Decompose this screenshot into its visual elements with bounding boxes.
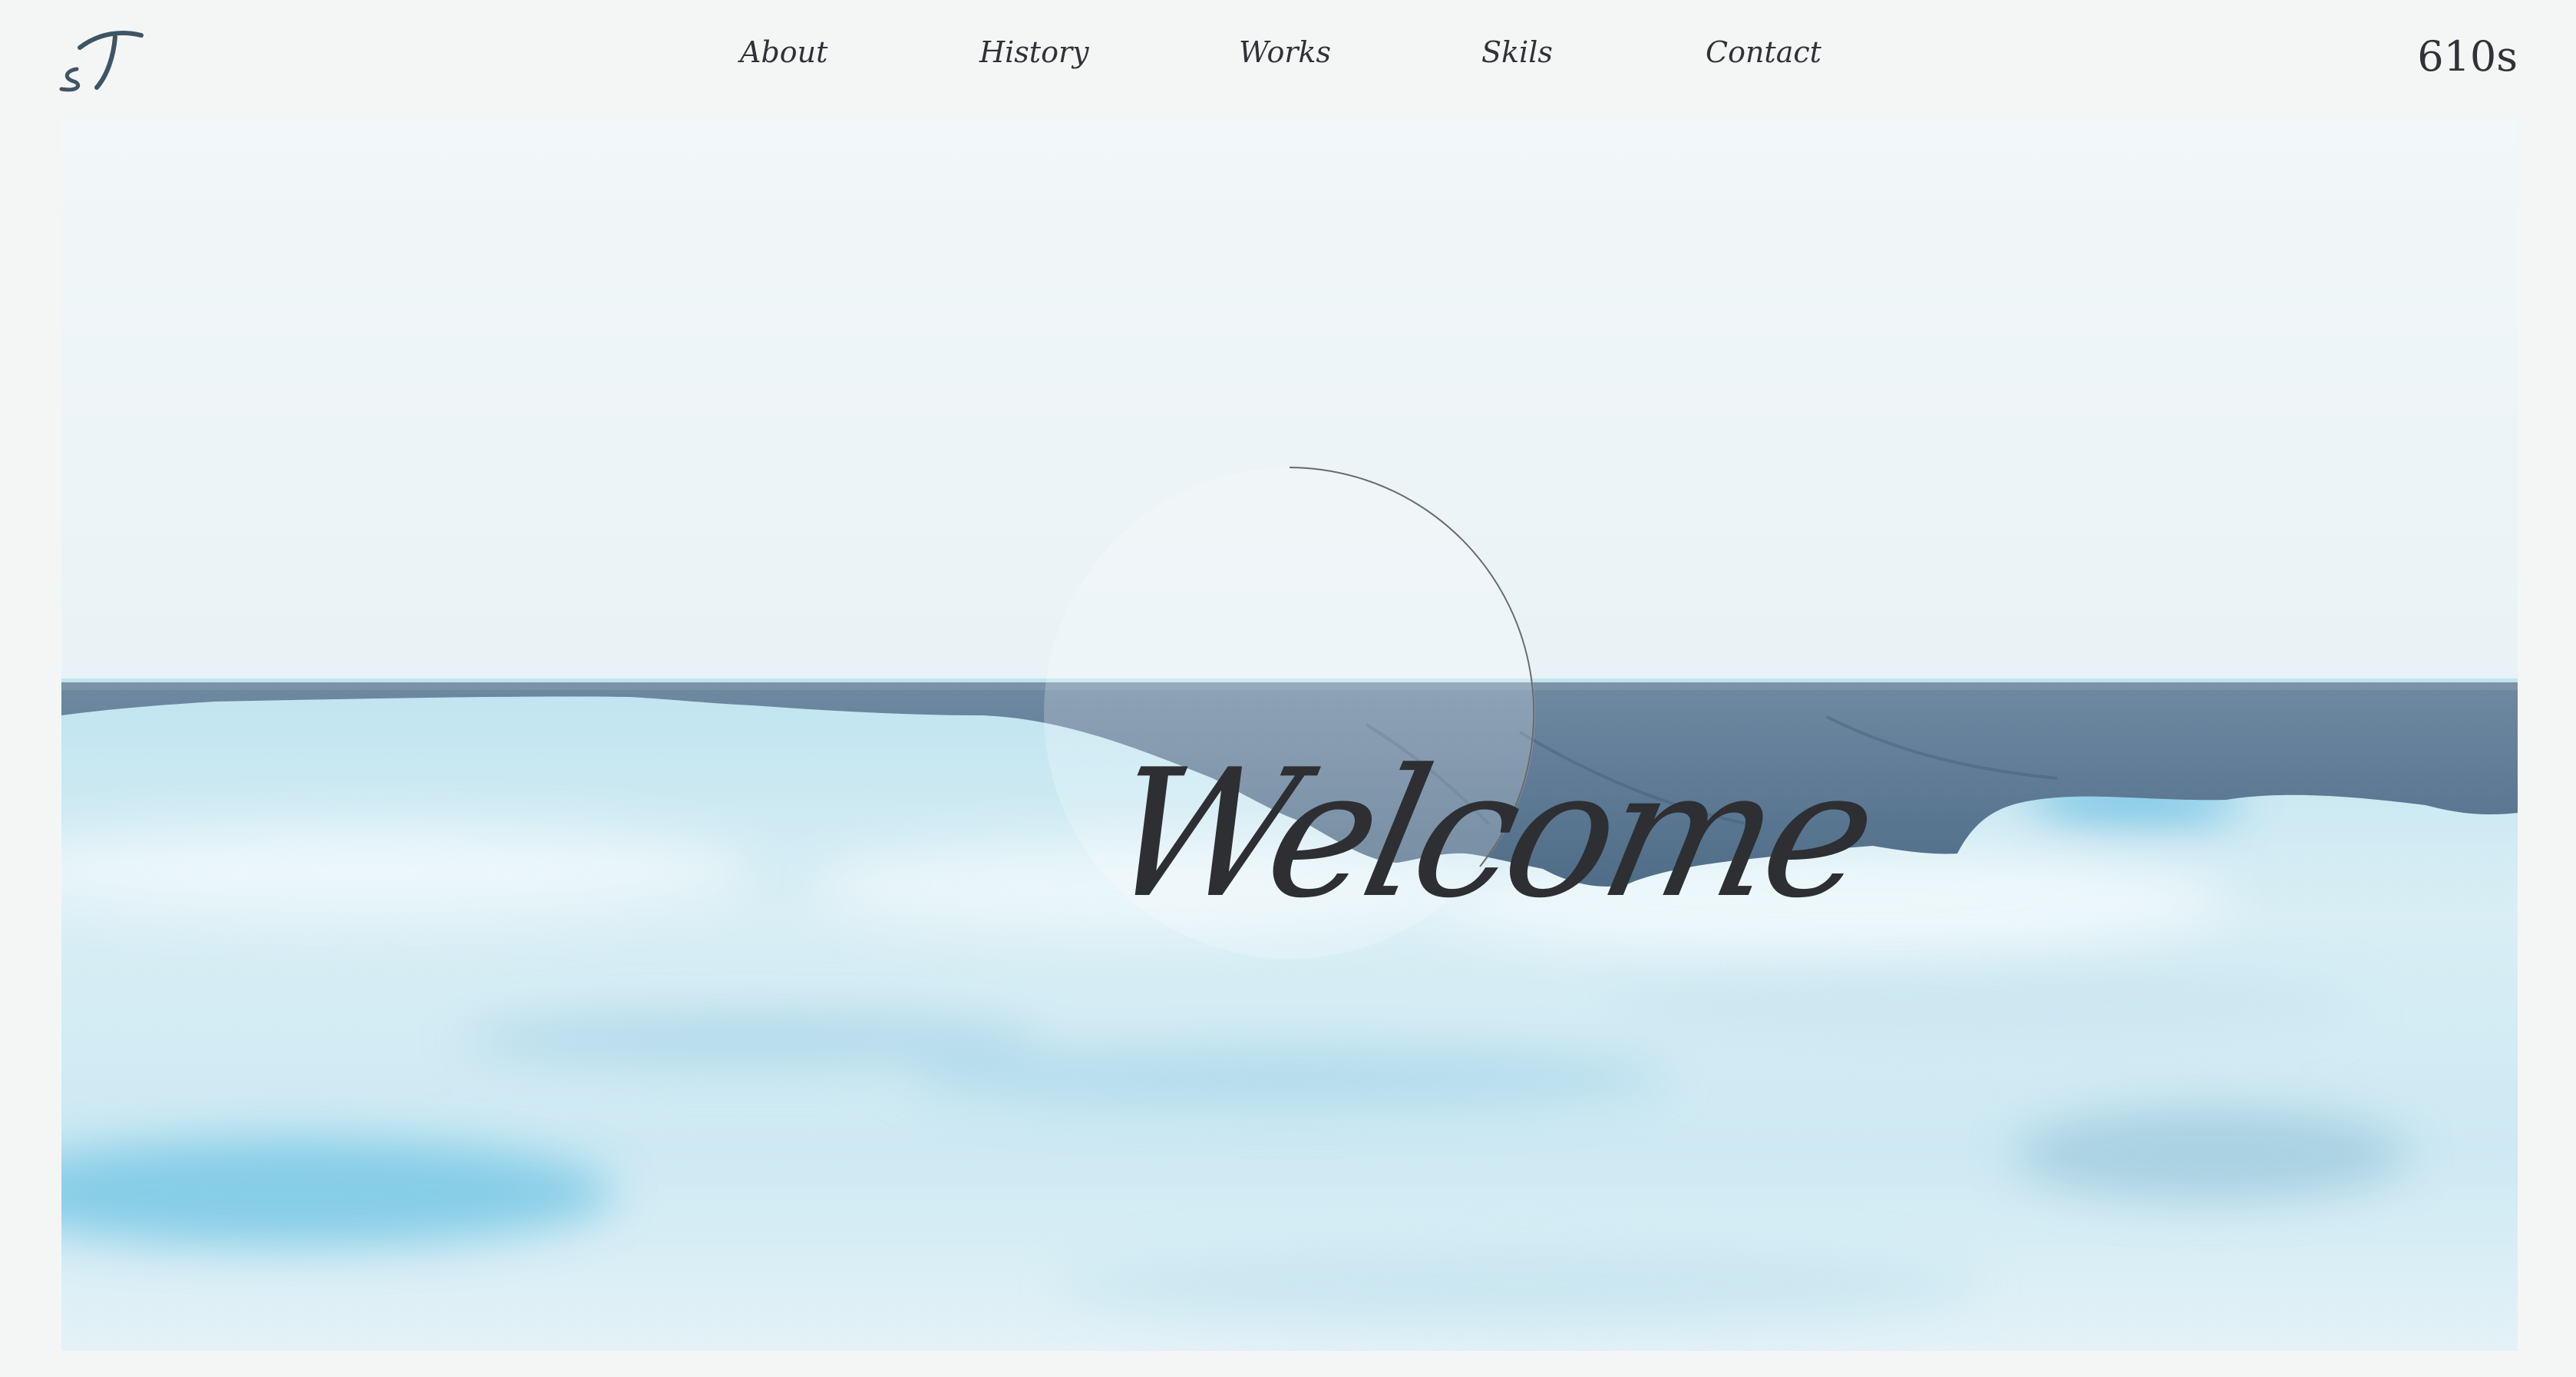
hero-title: Welcome <box>1091 732 1887 937</box>
nav-history[interactable]: History <box>979 35 1089 69</box>
page: About History Works Skils Contact 610s W… <box>0 0 2576 1377</box>
hero-image: Welcome <box>61 118 2518 1351</box>
main-nav: About History Works Skils Contact <box>0 35 2576 81</box>
nav-works[interactable]: Works <box>1239 35 1331 69</box>
nav-contact[interactable]: Contact <box>1706 35 1821 69</box>
slide-counter: 610s <box>2417 32 2518 81</box>
nav-skills[interactable]: Skils <box>1481 35 1553 69</box>
nav-about[interactable]: About <box>740 35 827 69</box>
